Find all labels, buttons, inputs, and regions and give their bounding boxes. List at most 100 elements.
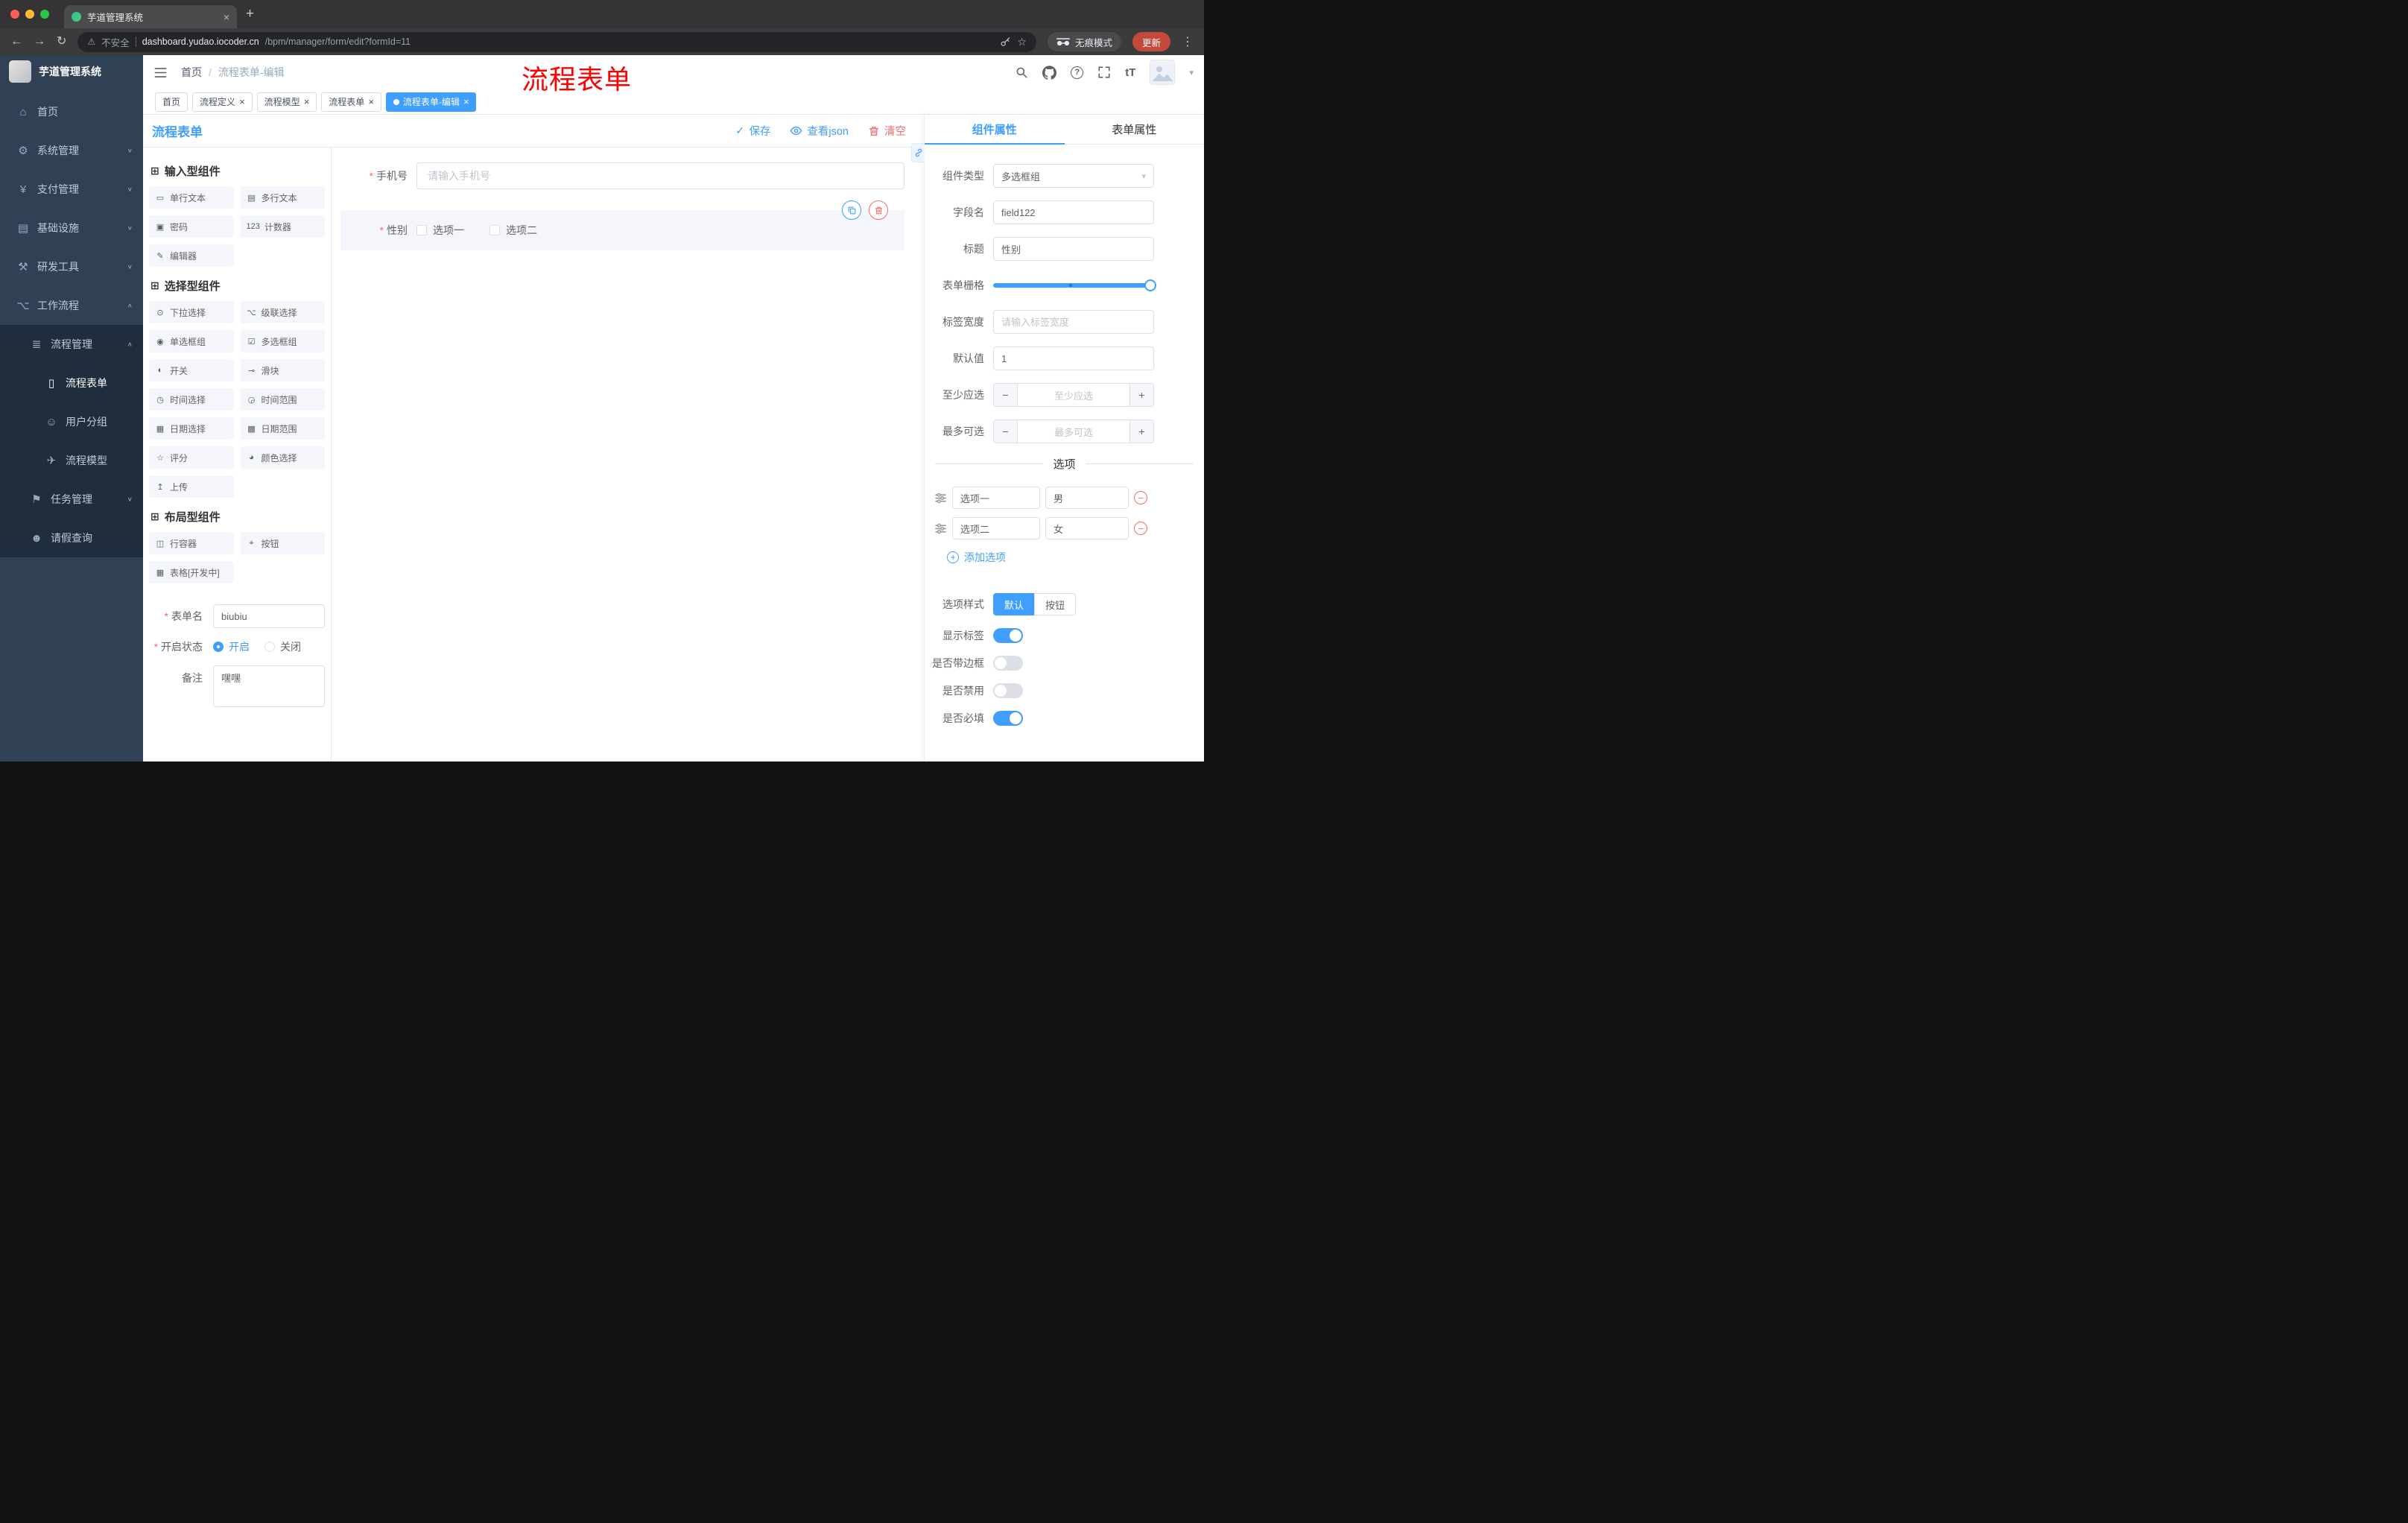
checkbox-icon[interactable] <box>489 225 500 235</box>
palette-item[interactable]: ◉ 单选框组 <box>149 330 234 352</box>
increase-button[interactable]: + <box>1129 384 1153 406</box>
tag-close-icon[interactable]: × <box>239 97 245 107</box>
sidebar-item[interactable]: ☺ 用户分组 <box>0 402 143 441</box>
palette-item[interactable]: ↥ 上传 <box>149 475 234 498</box>
maximize-window-button[interactable] <box>40 10 49 19</box>
toggle-switch[interactable] <box>993 628 1023 643</box>
avatar-caret-icon[interactable]: ▾ <box>1189 68 1194 77</box>
collapse-sidebar-icon[interactable] <box>153 66 168 80</box>
password-key-icon[interactable] <box>1000 37 1011 48</box>
palette-item[interactable]: ◷ 时间选择 <box>149 388 234 411</box>
font-size-icon[interactable]: tT <box>1125 66 1135 79</box>
field-name-input[interactable] <box>993 200 1154 224</box>
page-tag[interactable]: 流程定义 × <box>192 92 253 112</box>
palette-item[interactable]: ⌥ 级联选择 <box>240 301 325 323</box>
remove-option-button[interactable]: − <box>1134 522 1147 535</box>
tag-close-icon[interactable]: × <box>304 97 310 107</box>
toggle-switch[interactable] <box>993 683 1023 698</box>
title-input[interactable] <box>993 237 1154 261</box>
palette-item[interactable]: ◶ 时间范围 <box>240 388 325 411</box>
close-window-button[interactable] <box>10 10 19 19</box>
sidebar-item[interactable]: ☻ 请假查询 <box>0 519 143 557</box>
back-button[interactable]: ← <box>10 36 22 48</box>
status-off-radio[interactable]: 关闭 <box>264 639 301 654</box>
minimize-window-button[interactable] <box>25 10 34 19</box>
canvas-field-gender[interactable]: 性别 选项一 选项二 <box>340 200 904 250</box>
stepper-value[interactable]: 至少应选 <box>1018 384 1129 406</box>
component-type-select[interactable]: 多选框组 ▾ <box>993 164 1154 188</box>
search-icon[interactable] <box>1015 66 1028 79</box>
help-icon[interactable]: ? <box>1071 66 1084 79</box>
option-value-input[interactable] <box>1045 517 1129 539</box>
palette-item[interactable]: ◕ 颜色选择 <box>240 446 325 469</box>
slider-track[interactable] <box>993 283 1154 288</box>
drag-handle-icon[interactable] <box>934 522 947 535</box>
tab-component-props[interactable]: 组件属性 <box>925 115 1065 145</box>
delete-widget-button[interactable] <box>869 200 888 220</box>
sidebar-item[interactable]: ✈ 流程模型 <box>0 441 143 480</box>
new-tab-button[interactable]: + <box>246 0 254 28</box>
palette-item[interactable]: ⊸ 滑块 <box>240 359 325 381</box>
sidebar-item[interactable]: ≣ 流程管理 ∧ <box>0 325 143 364</box>
palette-item[interactable]: ▤ 多行文本 <box>240 186 325 209</box>
tab-form-props[interactable]: 表单属性 <box>1065 115 1205 144</box>
palette-item[interactable]: ⊙ 下拉选择 <box>149 301 234 323</box>
palette-item[interactable]: ◫ 行容器 <box>149 532 234 554</box>
palette-item[interactable]: ☆ 评分 <box>149 446 234 469</box>
browser-menu-icon[interactable]: ⋮ <box>1182 34 1194 49</box>
checkbox-option[interactable]: 选项一 <box>416 223 464 238</box>
security-warning-icon[interactable]: ⚠ <box>87 37 95 47</box>
phone-input[interactable] <box>416 162 904 189</box>
view-json-button[interactable]: 查看json <box>790 123 849 139</box>
sidebar-item[interactable]: ⚑ 任务管理 ∨ <box>0 480 143 519</box>
checkbox-icon[interactable] <box>416 225 427 235</box>
collapse-panel-handle[interactable] <box>911 143 925 162</box>
tag-close-icon[interactable]: × <box>463 97 469 107</box>
default-value-input[interactable] <box>993 346 1154 370</box>
sidebar-item[interactable]: ⚒ 研发工具 ∨ <box>0 247 143 286</box>
increase-button[interactable]: + <box>1129 420 1153 443</box>
decrease-button[interactable]: − <box>994 384 1018 406</box>
status-on-radio[interactable]: 开启 <box>213 639 250 654</box>
sidebar-item[interactable]: ▯ 流程表单 <box>0 364 143 402</box>
forward-button[interactable]: → <box>34 36 45 48</box>
sidebar-item[interactable]: ▤ 基础设施 ∨ <box>0 209 143 247</box>
github-icon[interactable] <box>1042 65 1057 80</box>
page-tag[interactable]: 首页 × <box>155 92 188 112</box>
palette-item[interactable]: ▩ 日期范围 <box>240 417 325 440</box>
sidebar-item[interactable]: ⌥ 工作流程 ∧ <box>0 286 143 325</box>
user-avatar[interactable] <box>1150 60 1176 85</box>
option-label-input[interactable] <box>952 487 1040 509</box>
option-value-input[interactable] <box>1045 487 1129 509</box>
palette-item[interactable]: ▦ 表格[开发中] <box>149 561 234 583</box>
option-label-input[interactable] <box>952 517 1040 539</box>
selected-widget[interactable]: 性别 选项一 选项二 <box>340 210 904 250</box>
add-option-button[interactable]: + 添加选项 <box>947 550 1204 565</box>
remark-textarea[interactable] <box>213 665 325 707</box>
remove-option-button[interactable]: − <box>1134 491 1147 504</box>
grid-slider[interactable] <box>993 273 1156 297</box>
checkbox-option[interactable]: 选项二 <box>489 223 537 238</box>
style-button-button[interactable]: 按钮 <box>1034 593 1077 615</box>
stepper-value[interactable]: 最多可选 <box>1018 420 1129 443</box>
save-button[interactable]: ✓ 保存 <box>735 123 770 139</box>
form-name-input[interactable] <box>213 604 325 628</box>
style-default-button[interactable]: 默认 <box>993 593 1036 615</box>
sidebar-item[interactable]: ⌂ 首页 <box>0 92 143 131</box>
browser-tab[interactable]: 芋道管理系统 × <box>64 5 237 28</box>
breadcrumb-home[interactable]: 首页 <box>181 65 202 80</box>
sidebar-logo[interactable]: 芋道管理系统 <box>0 55 143 88</box>
sidebar-item[interactable]: ⚙ 系统管理 ∨ <box>0 131 143 170</box>
toggle-switch[interactable] <box>993 711 1023 726</box>
tab-close-icon[interactable]: × <box>224 11 229 23</box>
drag-handle-icon[interactable] <box>934 492 947 504</box>
bookmark-star-icon[interactable]: ☆ <box>1017 36 1027 48</box>
palette-item[interactable]: ▣ 密码 <box>149 215 234 238</box>
sidebar-item[interactable]: ¥ 支付管理 ∨ <box>0 170 143 209</box>
palette-item[interactable]: ☑ 多选框组 <box>240 330 325 352</box>
page-tag[interactable]: 流程表单 × <box>321 92 381 112</box>
label-width-input[interactable] <box>993 310 1154 334</box>
canvas-field-phone[interactable]: 手机号 <box>340 162 904 189</box>
update-browser-button[interactable]: 更新 <box>1132 32 1170 51</box>
palette-item[interactable]: ▭ 单行文本 <box>149 186 234 209</box>
